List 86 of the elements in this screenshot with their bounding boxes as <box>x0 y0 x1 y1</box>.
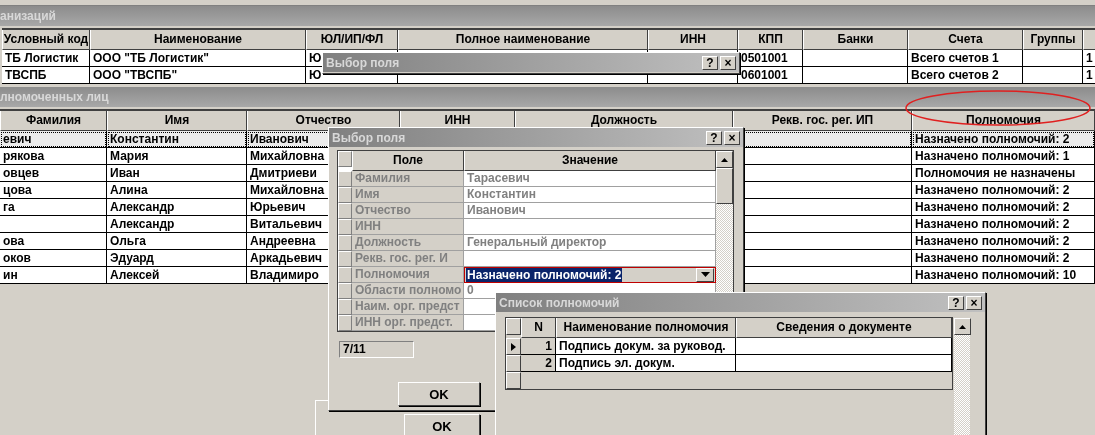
section-title: лномоченных лиц <box>0 87 1095 109</box>
row-number: 2 <box>521 355 556 372</box>
column-header[interactable]: Условный код <box>2 30 90 50</box>
record-counter: 7/11 <box>339 341 414 358</box>
table-cell: 1 <box>1083 50 1095 67</box>
field-value: Генеральный директор <box>464 235 716 251</box>
ok-button[interactable]: OK <box>398 382 480 406</box>
section-title: анизаций <box>0 6 1095 28</box>
scrollbar-thumb[interactable] <box>716 168 733 204</box>
column-header[interactable]: Наименование <box>90 30 306 50</box>
table-cell: ООО "ТВСПБ" <box>90 67 306 84</box>
column-header[interactable]: Полномочия <box>912 111 1095 131</box>
column-header[interactable]: Наименование полномочия <box>556 318 736 338</box>
row-pointer-icon <box>511 342 516 351</box>
column-header[interactable]: Поле <box>352 151 464 171</box>
table-cell: Всего счетов 1 <box>908 50 1023 67</box>
table-cell: Всего счетов 2 <box>908 67 1023 84</box>
table-cell: Иван <box>107 165 247 182</box>
table-cell: Александр <box>107 216 247 233</box>
table-cell: ТВСПБ <box>2 67 90 84</box>
table-cell: оков <box>0 250 107 267</box>
table-cell: 1 <box>1083 67 1095 84</box>
column-header[interactable]: Группы <box>1023 30 1083 50</box>
field-value: Константин <box>464 187 716 203</box>
table-cell: Полномочия не назначены <box>912 165 1095 182</box>
table-cell: ТБ Логистик <box>2 50 90 67</box>
row-indicator[interactable] <box>506 338 521 355</box>
column-header[interactable]: Фамилия <box>0 111 107 131</box>
table-cell: Алексей <box>107 267 247 284</box>
help-button[interactable]: ? <box>702 55 718 70</box>
table-cell: Назначено полномочий: 10 <box>912 267 1095 284</box>
table-cell: Мария <box>107 148 247 165</box>
table-cell: Назначено полномочий: 2 <box>912 233 1095 250</box>
table-cell: Назначено полномочий: 2 <box>912 250 1095 267</box>
row-indicator <box>506 318 521 335</box>
column-header[interactable]: КПП <box>738 30 803 50</box>
column-header[interactable]: Счета <box>908 30 1023 50</box>
column-header[interactable]: Имя <box>107 111 247 131</box>
close-button[interactable]: × <box>966 295 982 310</box>
table-cell: овцев <box>0 165 107 182</box>
column-header[interactable]: Отчество <box>247 111 400 131</box>
table-cell: цова <box>0 182 107 199</box>
table-cell: ин <box>0 267 107 284</box>
scroll-up-icon[interactable] <box>716 151 733 168</box>
table-cell: Подпись эл. докум. <box>556 355 736 372</box>
table-cell: га <box>0 199 107 216</box>
dropdown-arrow-icon <box>700 272 710 278</box>
column-header[interactable]: Полное наименование <box>398 30 648 50</box>
help-button[interactable]: ? <box>706 130 722 145</box>
column-header[interactable]: Рекв. гос. рег. ИП <box>733 111 912 131</box>
table-cell: Назначено полномочий: 2 <box>912 131 1095 148</box>
row-number: 1 <box>521 338 556 355</box>
table-cell: 0601001 <box>738 67 803 84</box>
table-cell: евич <box>0 131 107 148</box>
table-cell: Алина <box>107 182 247 199</box>
table-cell: Подпись докум. за руковод. <box>556 338 736 355</box>
scroll-up-icon[interactable] <box>954 318 971 335</box>
row-indicator[interactable] <box>506 355 521 372</box>
column-header[interactable]: N <box>521 318 556 338</box>
value-dropdown[interactable]: Назначено полномочий: 2 <box>464 267 716 283</box>
table-cell: Эдуард <box>107 250 247 267</box>
table-cell: Ольга <box>107 233 247 250</box>
ok-button[interactable]: OK <box>404 414 480 435</box>
table-cell: 0501001 <box>738 50 803 67</box>
table-cell: Назначено полномочий: 2 <box>912 216 1095 233</box>
table-cell: рякова <box>0 148 107 165</box>
table-cell: Назначено полномочий: 2 <box>912 199 1095 216</box>
table-cell: Назначено полномочий: 2 <box>912 182 1095 199</box>
column-header[interactable]: Банки <box>803 30 908 50</box>
column-header[interactable]: ИНН <box>648 30 738 50</box>
table-cell: Александр <box>107 199 247 216</box>
dialog-title: Выбор поля <box>326 55 400 70</box>
table-cell: ООО "ТБ Логистик" <box>90 50 306 67</box>
column-header[interactable]: Сведения о документе <box>736 318 952 338</box>
table-cell: ова <box>0 233 107 250</box>
close-button[interactable]: × <box>720 55 736 70</box>
table-cell: Константин <box>107 131 247 148</box>
help-button[interactable]: ? <box>948 295 964 310</box>
table-cell: Назначено полномочий: 1 <box>912 148 1095 165</box>
column-header[interactable]: Значение <box>464 151 716 171</box>
column-header[interactable]: ЮЛ/ИП/ФЛ <box>306 30 398 50</box>
row-indicator[interactable] <box>506 372 521 389</box>
field-value: Тарасевич <box>464 171 716 187</box>
field-value: Иванович <box>464 203 716 219</box>
close-button[interactable]: × <box>724 130 740 145</box>
scrollbar[interactable] <box>954 318 970 435</box>
